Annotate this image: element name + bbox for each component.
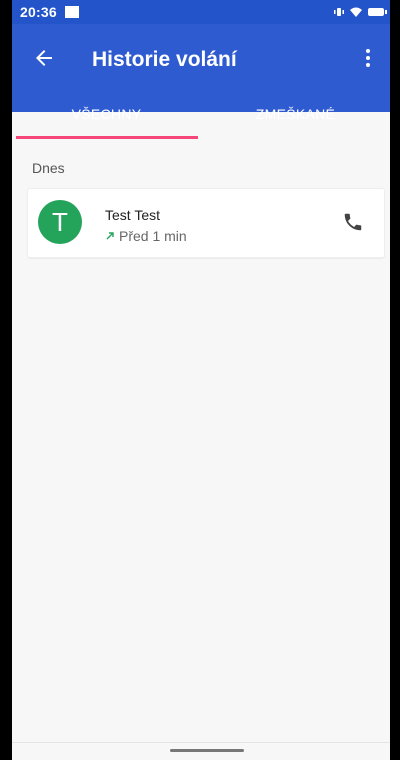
home-gesture-handle[interactable]: [170, 749, 244, 752]
call-meta: Před 1 min: [105, 228, 187, 244]
vibrate-icon: [334, 8, 344, 16]
call-time: Před 1 min: [119, 228, 187, 244]
status-icons: [334, 7, 387, 17]
image-notification-icon: [64, 6, 79, 18]
call-log-item[interactable]: T Test Test Před 1 min: [27, 188, 385, 258]
app-bar: Historie volání VŠECHNY ZMEŠKANÉ: [12, 24, 390, 122]
phone-icon[interactable]: [342, 211, 364, 233]
device-frame: 20:36 Historie volání VŠECHNY ZMEŠKANÉ D…: [0, 0, 400, 760]
screen: 20:36 Historie volání VŠECHNY ZMEŠKANÉ D…: [12, 0, 390, 760]
tab-bar: VŠECHNY ZMEŠKANÉ: [12, 96, 390, 138]
system-navigation-bar: [12, 742, 390, 760]
status-time: 20:36: [20, 4, 57, 20]
contact-name: Test Test: [105, 207, 160, 223]
selected-tab-indicator: [16, 136, 198, 139]
section-header-today: Dnes: [32, 160, 65, 176]
more-options-icon[interactable]: [356, 46, 380, 70]
battery-icon: [368, 8, 387, 16]
page-title: Historie volání: [92, 48, 237, 71]
back-arrow-icon[interactable]: [32, 46, 56, 70]
contact-avatar: T: [38, 200, 82, 244]
status-bar: 20:36: [12, 0, 390, 24]
outgoing-call-arrow-icon: [106, 232, 114, 240]
tab-missed[interactable]: ZMEŠKANÉ: [201, 96, 390, 138]
tab-all[interactable]: VŠECHNY: [12, 96, 201, 138]
wifi-icon: [350, 7, 362, 17]
